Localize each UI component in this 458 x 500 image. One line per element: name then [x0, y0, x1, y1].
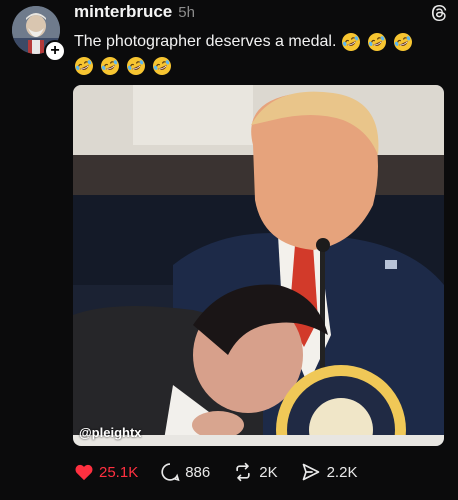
- repost-count: 2K: [259, 463, 278, 481]
- threads-icon: [431, 4, 447, 22]
- reply-count: 886: [185, 463, 211, 481]
- heart-icon: [75, 464, 93, 481]
- repost-button[interactable]: 2K: [232, 462, 278, 482]
- repost-icon: [236, 462, 250, 482]
- username[interactable]: minterbruce: [74, 2, 172, 22]
- action-bar: 25.1K 886 2K 2.2K: [74, 460, 379, 484]
- post-photo[interactable]: @pleightx: [73, 85, 444, 446]
- rofl-emoji-icon: [101, 56, 119, 75]
- author-avatar[interactable]: +: [12, 6, 66, 62]
- share-count: 2.2K: [326, 463, 358, 481]
- rofl-emoji-icon: [367, 32, 386, 51]
- rofl-emoji-icon: [127, 56, 145, 75]
- post-text-content: The photographer deserves a medal.: [74, 33, 337, 50]
- like-count: 25.1K: [99, 463, 139, 481]
- photo-image: [73, 85, 444, 446]
- share-button[interactable]: 2.2K: [300, 462, 358, 482]
- like-button[interactable]: 25.1K: [74, 463, 138, 481]
- photo-watermark: @pleightx: [79, 425, 142, 440]
- rofl-emoji-icon: [75, 56, 93, 75]
- rofl-emoji-icon: [153, 56, 171, 75]
- send-icon: [302, 463, 319, 481]
- follow-plus-icon[interactable]: +: [44, 40, 66, 62]
- post-header: minterbruce 5h: [74, 2, 446, 26]
- timestamp: 5h: [178, 4, 195, 21]
- post-text: The photographer deserves a medal.: [74, 30, 442, 78]
- rofl-emoji-icon: [341, 32, 360, 51]
- rofl-emoji-icon: [393, 32, 412, 51]
- comment-icon: [161, 463, 180, 482]
- reply-button[interactable]: 886: [160, 462, 210, 482]
